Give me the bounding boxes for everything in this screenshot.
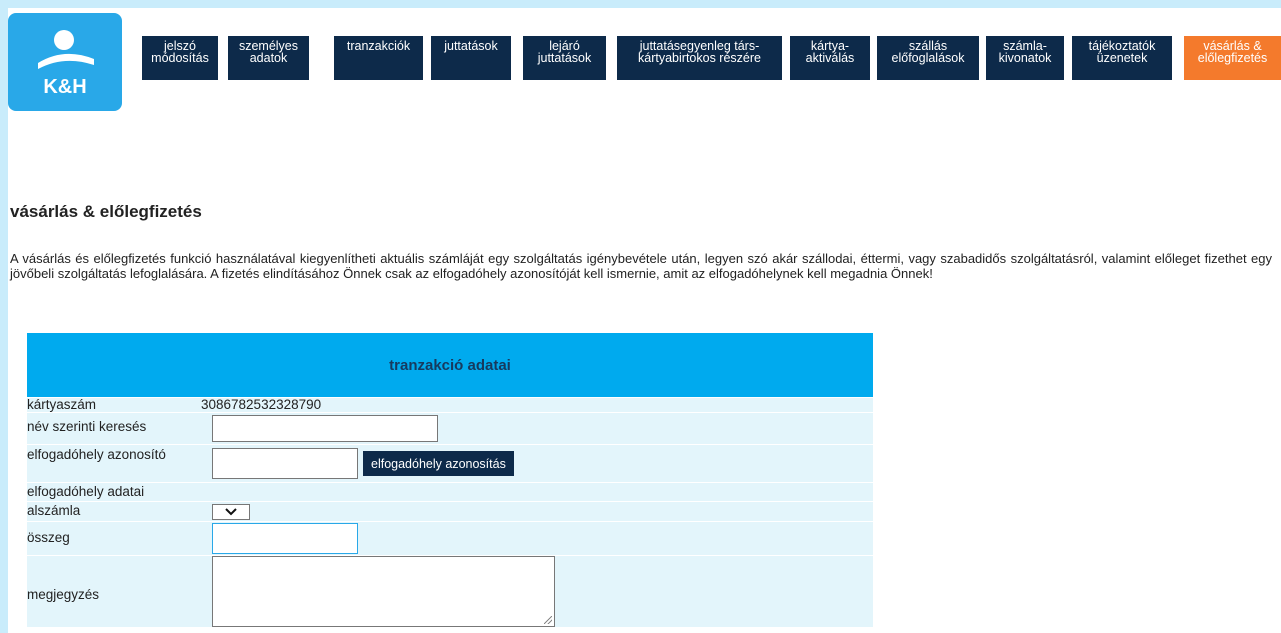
card-number-row: kártyaszám 3086782532328790 bbox=[27, 397, 873, 412]
amount-input[interactable] bbox=[212, 523, 358, 554]
nav-item-personal[interactable]: személyes adatok bbox=[228, 36, 309, 80]
resize-grip-icon[interactable] bbox=[544, 616, 552, 624]
page-frame: K&H jelszó módosítás személyes adatok tr… bbox=[8, 8, 1281, 633]
note-row: megjegyzés bbox=[27, 555, 873, 627]
chevron-down-icon bbox=[225, 507, 237, 515]
card-number-label: kártyaszám bbox=[27, 397, 97, 412]
nav-item-messages[interactable]: tájékoztatók üzenetek bbox=[1072, 36, 1172, 80]
nav-item-transactions[interactable]: tranzakciók bbox=[334, 36, 423, 80]
nav-item-cocardholder[interactable]: juttatásegyenleg társ- kártyabirtokos ré… bbox=[617, 36, 782, 80]
form-header: tranzakció adatai bbox=[27, 333, 873, 397]
nav-item-lodging[interactable]: szállás előfoglalások bbox=[877, 36, 979, 80]
merchant-id-button[interactable]: elfogadóhely azonosítás bbox=[363, 451, 514, 476]
subaccount-label: alszámla bbox=[27, 503, 81, 518]
transaction-form: tranzakció adatai kártyaszám 30867825323… bbox=[27, 333, 873, 627]
name-search-input[interactable] bbox=[212, 415, 438, 442]
name-search-label: név szerinti keresés bbox=[27, 419, 147, 434]
amount-row: összeg bbox=[27, 521, 873, 555]
svg-text:K&H: K&H bbox=[43, 76, 86, 98]
merchant-id-input[interactable] bbox=[212, 448, 358, 479]
merchant-id-label: elfogadóhely azonosító bbox=[27, 447, 166, 462]
amount-label: összeg bbox=[27, 530, 70, 545]
card-number-value: 3086782532328790 bbox=[201, 397, 322, 412]
merchant-id-row: elfogadóhely azonosító elfogadóhely azon… bbox=[27, 444, 873, 482]
nav-item-expiring[interactable]: lejáró juttatások bbox=[523, 36, 606, 80]
nav-item-purchase[interactable]: vásárlás & előlegfizetés bbox=[1184, 36, 1281, 80]
merchant-data-label: elfogadóhely adatai bbox=[27, 484, 145, 499]
kh-logo-icon: K&H bbox=[38, 30, 94, 98]
subaccount-select[interactable] bbox=[212, 503, 250, 520]
nav-item-activation[interactable]: kártya- aktiválás bbox=[790, 36, 870, 80]
note-label: megjegyzés bbox=[27, 587, 100, 602]
kh-logo[interactable]: K&H bbox=[8, 13, 122, 111]
name-search-row: név szerinti keresés bbox=[27, 412, 873, 444]
subaccount-row: alszámla bbox=[27, 501, 873, 521]
nav-item-benefits[interactable]: juttatások bbox=[431, 36, 511, 80]
intro-text: A vásárlás és előlegfizetés funkció hasz… bbox=[10, 251, 1272, 281]
merchant-data-row: elfogadóhely adatai bbox=[27, 482, 873, 501]
note-textarea[interactable] bbox=[212, 556, 555, 627]
page-title: vásárlás & előlegfizetés bbox=[10, 202, 202, 221]
nav-item-statements[interactable]: számla- kivonatok bbox=[986, 36, 1064, 80]
nav-item-password[interactable]: jelszó módosítás bbox=[142, 36, 218, 80]
